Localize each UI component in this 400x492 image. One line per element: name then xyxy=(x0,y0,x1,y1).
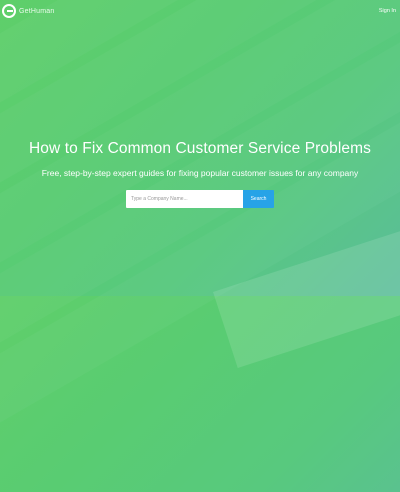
page-title: How to Fix Common Customer Service Probl… xyxy=(29,140,371,157)
search-button[interactable]: Search xyxy=(243,190,274,208)
company-search-form: Search xyxy=(126,190,274,208)
brand-link[interactable]: GetHuman xyxy=(2,4,54,18)
gethuman-logo-icon xyxy=(2,4,16,18)
top-nav: GetHuman Sign In xyxy=(0,0,400,22)
company-search-input[interactable] xyxy=(126,190,243,208)
signin-link[interactable]: Sign In xyxy=(379,8,396,14)
page-subtitle: Free, step-by-step expert guides for fix… xyxy=(41,168,359,178)
brand-name: GetHuman xyxy=(19,7,55,15)
